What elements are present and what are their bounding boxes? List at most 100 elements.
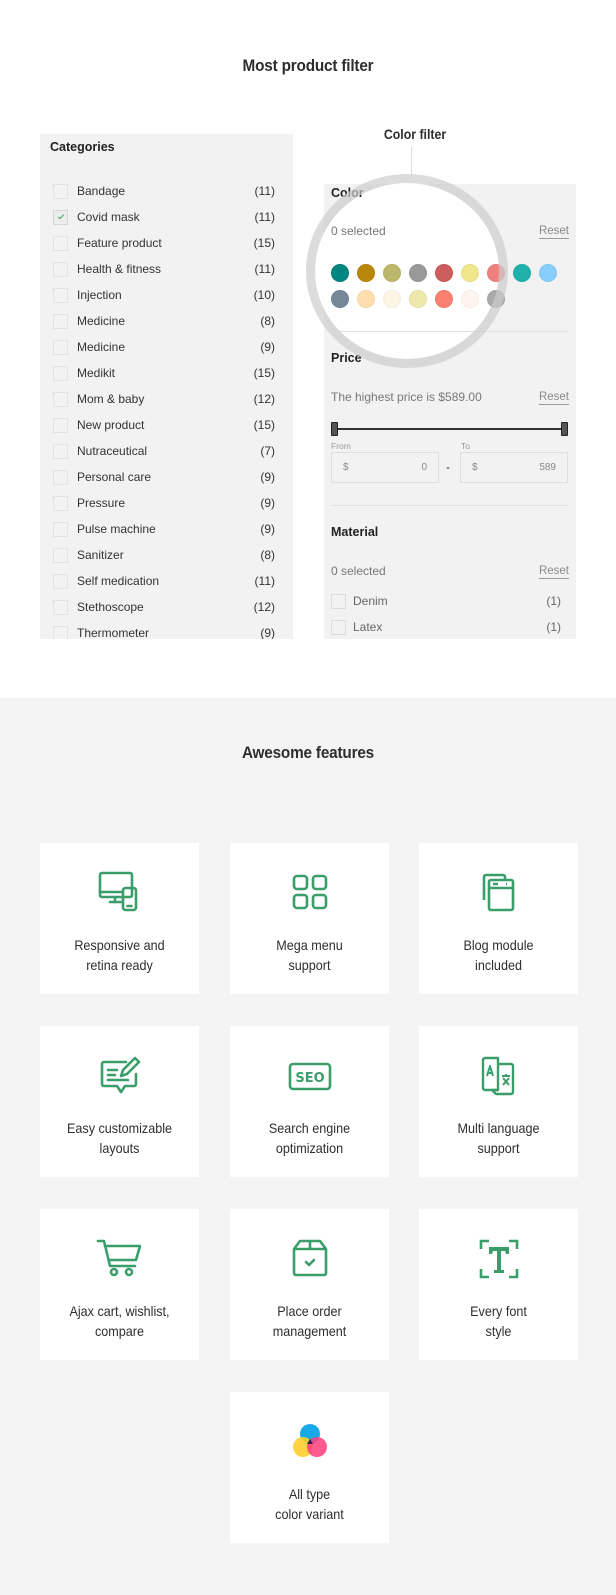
feature-label-line: Place order <box>277 1303 342 1319</box>
category-checkbox[interactable] <box>53 469 68 485</box>
color-swatch[interactable] <box>357 290 375 308</box>
category-checkbox[interactable] <box>53 391 68 407</box>
category-label: Nutraceutical <box>77 444 148 458</box>
category-item[interactable]: New product (15) <box>40 412 293 438</box>
feature-label-line: support <box>288 957 331 973</box>
category-checkbox[interactable] <box>53 339 68 355</box>
category-item[interactable]: Thermometer (9) <box>40 620 293 639</box>
category-checkbox[interactable] <box>53 521 68 537</box>
material-reset-link[interactable]: Reset <box>538 564 569 579</box>
color-swatch[interactable] <box>435 290 453 308</box>
check-icon <box>57 212 64 219</box>
category-checkbox[interactable] <box>53 313 68 329</box>
feature-label-line: layouts <box>99 1140 140 1156</box>
material-checkbox[interactable] <box>331 593 346 609</box>
divider <box>331 505 569 506</box>
material-label: Denim <box>353 594 388 608</box>
price-slider-max-handle[interactable] <box>561 422 568 436</box>
currency-symbol: $ <box>472 462 478 473</box>
feature-label: Every font style <box>419 1301 578 1341</box>
category-checkbox[interactable] <box>53 261 68 277</box>
category-checkbox[interactable] <box>53 495 68 511</box>
category-item[interactable]: Bandage (11) <box>40 178 293 204</box>
category-label: Injection <box>77 288 122 302</box>
color-swatch[interactable] <box>383 264 401 282</box>
category-item[interactable]: Medicine (9) <box>40 334 293 360</box>
price-slider-track[interactable] <box>334 428 565 430</box>
material-checkbox[interactable] <box>331 619 346 635</box>
color-swatch[interactable] <box>487 264 505 282</box>
category-item[interactable]: Medikit (15) <box>40 360 293 386</box>
feature-card: Place order management <box>230 1209 389 1360</box>
color-swatch[interactable] <box>357 264 375 282</box>
category-label: Covid mask <box>77 210 140 224</box>
category-item[interactable]: Sanitizer (8) <box>40 542 293 568</box>
category-label: New product <box>77 418 145 432</box>
color-swatch[interactable] <box>513 264 531 282</box>
material-filter-title: Material <box>331 525 379 539</box>
category-checkbox[interactable] <box>53 417 68 433</box>
category-item[interactable]: Pulse machine (9) <box>40 516 293 542</box>
category-item[interactable]: Self medication (11) <box>40 568 293 594</box>
material-item[interactable]: Denim (1) <box>331 591 561 611</box>
price-filter-title: Price <box>331 351 362 365</box>
category-item[interactable]: Feature product (15) <box>40 230 293 256</box>
category-item[interactable]: Personal care (9) <box>40 464 293 490</box>
category-item[interactable]: Injection (10) <box>40 282 293 308</box>
category-checkbox[interactable] <box>53 547 68 563</box>
category-label: Medikit <box>77 366 116 380</box>
translate-icon <box>475 1052 523 1100</box>
price-slider-min-handle[interactable] <box>331 422 338 436</box>
category-checkbox[interactable] <box>53 599 68 615</box>
category-item[interactable]: Stethoscope (12) <box>40 594 293 620</box>
color-swatch[interactable] <box>383 290 401 308</box>
highest-price-text: The highest price is $589.00 <box>331 390 482 404</box>
price-reset-link[interactable]: Reset <box>538 390 569 405</box>
seo-icon: SEO <box>286 1052 334 1100</box>
feature-card: Mega menu support <box>230 843 389 994</box>
material-item[interactable]: Latex (1) <box>331 617 561 637</box>
category-checkbox[interactable] <box>53 443 68 459</box>
divider <box>331 331 569 332</box>
category-checkbox[interactable] <box>53 287 68 303</box>
category-item[interactable]: Mom & baby (12) <box>40 386 293 412</box>
category-checkbox[interactable] <box>53 573 68 589</box>
color-reset-link[interactable]: Reset <box>538 224 569 239</box>
category-checkbox[interactable] <box>53 235 68 251</box>
range-separator: - <box>446 460 450 474</box>
feature-label-line: compare <box>94 1323 145 1339</box>
feature-label: Search engine optimization <box>230 1118 389 1158</box>
price-to-input[interactable]: $ 589 <box>460 452 568 483</box>
color-swatch[interactable] <box>409 264 427 282</box>
feature-label-line: Blog module <box>463 937 534 953</box>
font-type-icon <box>475 1235 523 1283</box>
category-checkbox[interactable] <box>53 625 68 639</box>
category-label: Pressure <box>77 496 126 510</box>
category-checkbox[interactable] <box>53 365 68 381</box>
color-swatch[interactable] <box>331 290 349 308</box>
category-item[interactable]: Covid mask (11) <box>40 204 293 230</box>
feature-label-line: Ajax cart, wishlist, <box>69 1303 170 1319</box>
feature-label-line: Search engine <box>268 1120 351 1136</box>
color-swatch[interactable] <box>539 264 557 282</box>
color-swatch[interactable] <box>409 290 427 308</box>
category-item[interactable]: Health & fitness (11) <box>40 256 293 282</box>
category-item[interactable]: Pressure (9) <box>40 490 293 516</box>
price-from-input[interactable]: $ 0 <box>331 452 439 483</box>
color-swatch[interactable] <box>461 290 479 308</box>
color-swatch[interactable] <box>461 264 479 282</box>
category-label: Health & fitness <box>77 262 162 276</box>
responsive-devices-icon <box>96 869 144 917</box>
color-swatch[interactable] <box>435 264 453 282</box>
category-count: (11) <box>254 574 275 588</box>
browser-windows-icon <box>475 869 523 917</box>
category-checkbox[interactable] <box>53 209 68 225</box>
color-swatch[interactable] <box>487 290 505 308</box>
feature-card: Responsive and retina ready <box>40 843 199 994</box>
feature-label: All type color variant <box>230 1484 389 1524</box>
category-item[interactable]: Medicine (8) <box>40 308 293 334</box>
category-checkbox[interactable] <box>53 183 68 199</box>
color-swatch[interactable] <box>331 264 349 282</box>
package-check-icon <box>286 1235 334 1283</box>
category-item[interactable]: Nutraceutical (7) <box>40 438 293 464</box>
